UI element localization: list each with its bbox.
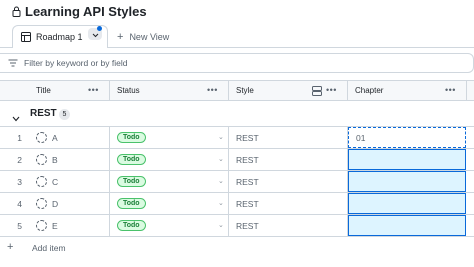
table-row[interactable]: 4 D Todo ⌄ REST: [0, 193, 474, 215]
status-badge[interactable]: Todo: [117, 220, 146, 231]
cell-divider: [228, 171, 229, 192]
row-style[interactable]: REST: [236, 193, 259, 214]
lock-icon: [12, 6, 21, 17]
column-menu-icon[interactable]: •••: [207, 85, 218, 95]
draft-issue-icon: [36, 154, 47, 165]
row-chapter[interactable]: [348, 171, 466, 192]
row-number: 2: [17, 154, 22, 165]
column-header-chapter[interactable]: Chapter: [355, 81, 383, 100]
unsaved-changes-dot: [97, 26, 102, 31]
page-title: Learning API Styles: [25, 3, 147, 19]
filter-input[interactable]: Filter by keyword or by field: [24, 58, 127, 68]
column-header-status[interactable]: Status: [117, 81, 140, 100]
column-label: Chapter: [355, 86, 384, 95]
row-style[interactable]: REST: [236, 127, 259, 148]
row-style[interactable]: REST: [236, 149, 259, 170]
column-label: Status: [117, 86, 140, 95]
plus-icon: +: [117, 31, 124, 43]
draft-issue-icon: [36, 198, 47, 209]
group-by-icon[interactable]: [312, 86, 322, 98]
column-header-title[interactable]: Title: [36, 81, 51, 100]
row-chapter[interactable]: 01: [348, 127, 466, 148]
row-chapter[interactable]: [348, 215, 466, 236]
row-title[interactable]: C: [52, 171, 58, 192]
row-number: 1: [17, 132, 22, 143]
column-label: Style: [236, 86, 254, 95]
chevron-down-icon[interactable]: ⌄: [218, 155, 224, 163]
cell-divider: [228, 127, 229, 148]
draft-issue-icon: [36, 176, 47, 187]
new-view-label: New View: [129, 32, 170, 42]
tab-label: Roadmap 1: [36, 32, 83, 42]
plus-icon: +: [7, 241, 14, 253]
cell-divider: [109, 149, 110, 170]
cell-divider: [228, 193, 229, 214]
column-menu-icon[interactable]: •••: [445, 85, 456, 95]
chevron-down-icon[interactable]: ⌄: [218, 133, 224, 141]
table-row[interactable]: 5 E Todo ⌄ REST: [0, 215, 474, 237]
row-title[interactable]: A: [52, 127, 58, 148]
cell-divider: [109, 215, 110, 236]
group-count-badge: 5: [59, 109, 70, 120]
column-menu-icon[interactable]: •••: [326, 85, 337, 95]
column-menu-icon[interactable]: •••: [88, 85, 99, 95]
row-title[interactable]: D: [52, 193, 58, 214]
table-icon: [21, 32, 31, 42]
row-style[interactable]: REST: [236, 215, 259, 236]
group-name: REST: [30, 108, 57, 119]
row-title[interactable]: E: [52, 215, 58, 236]
project-header: Learning API Styles: [0, 0, 474, 22]
column-header-style[interactable]: Style: [236, 81, 254, 100]
add-item-label: Add item: [32, 243, 66, 253]
chevron-down-icon[interactable]: ⌄: [218, 199, 224, 207]
view-tabs: Roadmap 1 + New View: [0, 22, 474, 48]
chevron-down-icon[interactable]: ⌄: [218, 177, 224, 185]
row-style[interactable]: REST: [236, 171, 259, 192]
column-divider[interactable]: [228, 81, 229, 100]
status-badge[interactable]: Todo: [117, 176, 146, 187]
row-number: 4: [17, 198, 22, 209]
table-row[interactable]: 2 B Todo ⌄ REST: [0, 149, 474, 171]
table-row[interactable]: 3 C Todo ⌄ REST: [0, 171, 474, 193]
chevron-down-icon[interactable]: [12, 109, 20, 127]
row-number: 3: [17, 176, 22, 187]
chevron-down-icon[interactable]: ⌄: [218, 221, 224, 229]
cell-divider: [109, 171, 110, 192]
row-number: 5: [17, 220, 22, 231]
table-row[interactable]: 1 A Todo ⌄ REST 01: [0, 127, 474, 149]
cell-divider: [109, 193, 110, 214]
column-divider[interactable]: [109, 81, 110, 100]
cell-divider: [228, 215, 229, 236]
add-item-button[interactable]: + Add item: [0, 237, 474, 259]
table-header: Title ••• Status ••• Style ••• Chapter •…: [0, 80, 474, 101]
row-chapter[interactable]: [348, 193, 466, 214]
column-divider[interactable]: [347, 81, 348, 100]
row-chapter[interactable]: [348, 149, 466, 170]
column-label: Title: [36, 86, 51, 95]
draft-issue-icon: [36, 132, 47, 143]
status-badge[interactable]: Todo: [117, 154, 146, 165]
group-header[interactable]: REST 5: [0, 101, 474, 127]
status-badge[interactable]: Todo: [117, 198, 146, 209]
cell-divider: [109, 127, 110, 148]
column-divider[interactable]: [466, 81, 467, 100]
cell-divider: [228, 149, 229, 170]
draft-issue-icon: [36, 220, 47, 231]
row-title[interactable]: B: [52, 149, 58, 170]
new-view-button[interactable]: + New View: [117, 31, 169, 43]
filter-icon: [8, 59, 18, 67]
status-badge[interactable]: Todo: [117, 132, 146, 143]
filter-bar[interactable]: Filter by keyword or by field: [0, 53, 474, 73]
